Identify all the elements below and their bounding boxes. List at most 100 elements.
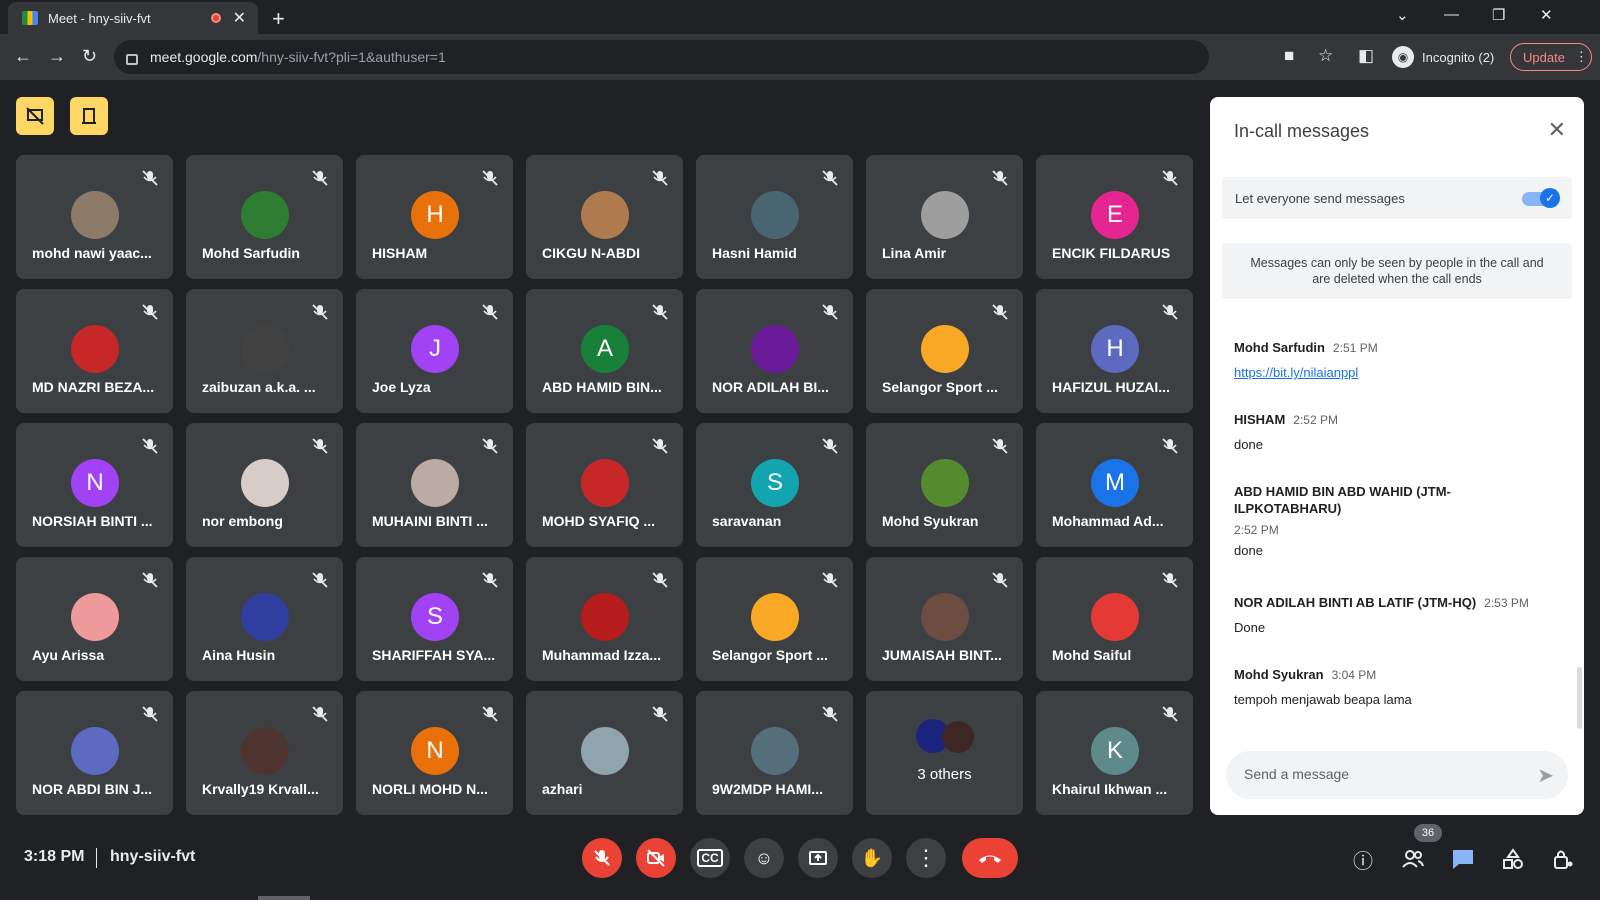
participant-tile[interactable]: Muhammad Izza... (526, 557, 683, 681)
participant-tile[interactable]: E ENCIK FILDARUS (1036, 155, 1193, 279)
participant-tile[interactable]: Ssaravanan (696, 423, 853, 547)
message-compose: ➤ (1226, 751, 1568, 799)
messaging-setting: Let everyone send messages ✓ (1222, 177, 1572, 219)
participant-tile[interactable]: nor embong (186, 423, 343, 547)
participant-tile[interactable]: Mohd Sarfudin (186, 155, 343, 279)
close-panel-icon[interactable]: ✕ (1548, 117, 1566, 143)
participant-tile[interactable]: Mohd Saiful (1036, 557, 1193, 681)
url-path: /hny-siiv-fvt?pli=1&authuser=1 (257, 49, 446, 65)
participant-name: MD NAZRI BEZA... (32, 379, 155, 395)
mic-muted-icon (1161, 437, 1179, 455)
participant-tile[interactable]: Aina Husin (186, 557, 343, 681)
minimize-button[interactable]: — (1444, 6, 1459, 23)
incognito-label: Incognito (2) (1422, 49, 1495, 65)
forward-button[interactable]: → (48, 46, 66, 67)
participant-count-badge: 36 (1414, 824, 1442, 842)
participant-tile[interactable]: zaibuzan a.k.a. ... (186, 289, 343, 413)
participant-tile[interactable]: Selangor Sport ... (696, 557, 853, 681)
chat-icon[interactable] (1450, 846, 1476, 872)
participant-tile[interactable]: H HAFIZUL HUZAI... (1036, 289, 1193, 413)
participant-tile[interactable]: NOR ABDI BIN J... (16, 691, 173, 815)
leave-call-button[interactable] (962, 838, 1018, 878)
participant-name: azhari (542, 781, 583, 797)
participant-tile[interactable]: N NORSIAH BINTI ... (16, 423, 173, 547)
participant-tile[interactable]: JUMAISAH BINT... (866, 557, 1023, 681)
message-input[interactable] (1242, 765, 1526, 783)
chat-message: Mohd Syukran 3:04 PM tempoh menjawab beap… (1234, 666, 1554, 707)
message-sender: ABD HAMID BIN ABD WAHID (JTM-ILPKOTABHAR… (1234, 484, 1451, 516)
participant-tile[interactable]: mohd nawi yaac... (16, 155, 173, 279)
participant-avatar: E (1091, 191, 1139, 239)
reactions-button[interactable]: ☺ (744, 838, 784, 878)
room-button[interactable] (70, 97, 108, 135)
participant-tile[interactable]: M Mohammad Ad... (1036, 423, 1193, 547)
participant-avatar (921, 325, 969, 373)
participant-name: Hasni Hamid (712, 245, 797, 261)
activities-icon[interactable] (1500, 846, 1526, 872)
tab-search-icon[interactable]: ⌄ (1396, 6, 1409, 24)
mic-muted-icon (821, 169, 839, 187)
restore-button[interactable]: ❐ (1492, 6, 1505, 24)
participant-tile[interactable]: J Joe Lyza (356, 289, 513, 413)
participant-tile[interactable]: NOR ADILAH BI... (696, 289, 853, 413)
meeting-details-icon[interactable]: ⓘ (1350, 846, 1376, 873)
update-button[interactable]: Update ⋮ (1510, 43, 1592, 71)
participant-tile[interactable]: 9W2MDP HAMI... (696, 691, 853, 815)
participant-tile[interactable]: MUHAINI BINTI ... (356, 423, 513, 547)
present-button[interactable] (798, 838, 838, 878)
new-tab-button[interactable]: + (272, 6, 285, 32)
send-icon[interactable]: ➤ (1537, 763, 1554, 788)
tab-close-icon[interactable]: ✕ (233, 8, 246, 28)
participant-avatar: N (411, 727, 459, 775)
back-button[interactable]: ← (14, 46, 32, 67)
participant-tile[interactable]: Lina Amir (866, 155, 1023, 279)
camera-button[interactable] (636, 838, 676, 878)
more-options-button[interactable]: ⋮ (906, 838, 946, 878)
raise-hand-button[interactable]: ✋ (852, 838, 892, 878)
mic-muted-icon (991, 437, 1009, 455)
participant-tile[interactable]: S SHARIFFAH SYA... (356, 557, 513, 681)
bookmark-star-icon[interactable]: ☆ (1318, 46, 1333, 66)
message-link[interactable]: https://bit.ly/nilaianppl (1234, 365, 1554, 380)
participant-tile[interactable]: N NORLI MOHD N... (356, 691, 513, 815)
microphone-button[interactable] (582, 838, 622, 878)
participant-tile[interactable]: Selangor Sport ... (866, 289, 1023, 413)
participant-tile[interactable]: MD NAZRI BEZA... (16, 289, 173, 413)
participant-tile[interactable]: Hasni Hamid (696, 155, 853, 279)
participant-tile[interactable]: azhari (526, 691, 683, 815)
chat-message: HISHAM 2:52 PM done (1234, 411, 1554, 452)
participant-name: Aina Husin (202, 647, 276, 663)
url-host: meet.google.com (150, 49, 258, 65)
participant-tile[interactable]: Mohd Syukran (866, 423, 1023, 547)
allow-messages-toggle[interactable]: ✓ (1522, 188, 1560, 208)
people-icon[interactable] (1400, 846, 1426, 872)
chat-message: ABD HAMID BIN ABD WAHID (JTM-ILPKOTABHAR… (1234, 483, 1554, 558)
browser-tab[interactable]: Meet - hny-siiv-fvt ✕ (8, 2, 258, 34)
participant-tile[interactable]: A ABD HAMID BIN... (526, 289, 683, 413)
participant-tile[interactable]: K Khairul Ikhwan ... (1036, 691, 1193, 815)
window-close-button[interactable]: ✕ (1540, 6, 1553, 24)
participant-tile[interactable]: MOHD SYAFIQ ... (526, 423, 683, 547)
participant-name: 3 others (917, 766, 972, 783)
message-body: Done (1234, 620, 1266, 635)
hand-icon: ✋ (860, 847, 884, 868)
address-bar[interactable]: meet.google.com/hny-siiv-fvt?pli=1&authu… (114, 40, 1209, 74)
host-controls-icon[interactable] (1550, 846, 1576, 872)
participant-tile[interactable]: 3 others (866, 691, 1023, 815)
mic-muted-icon (141, 571, 159, 589)
participant-tile[interactable]: Krvally19 Krvall... (186, 691, 343, 815)
panel-title: In-call messages (1234, 121, 1370, 141)
captions-button[interactable]: CC (690, 838, 730, 878)
participant-tile[interactable]: Ayu Arissa (16, 557, 173, 681)
side-panel-icon[interactable]: ◧ (1358, 46, 1374, 66)
chat-scrollbar[interactable] (1577, 667, 1582, 729)
participant-name: Mohammad Ad... (1052, 513, 1164, 529)
participant-tile[interactable]: H HISHAM (356, 155, 513, 279)
reload-button[interactable]: ↻ (82, 46, 97, 67)
mic-muted-icon (311, 169, 329, 187)
incognito-indicator[interactable]: ◉ Incognito (2) (1392, 42, 1494, 72)
recording-indicator-icon (210, 13, 221, 23)
camera-blocked-icon[interactable]: ■ (1284, 46, 1294, 66)
companion-mode-button[interactable] (16, 97, 54, 135)
participant-tile[interactable]: CIKGU N-ABDI (526, 155, 683, 279)
